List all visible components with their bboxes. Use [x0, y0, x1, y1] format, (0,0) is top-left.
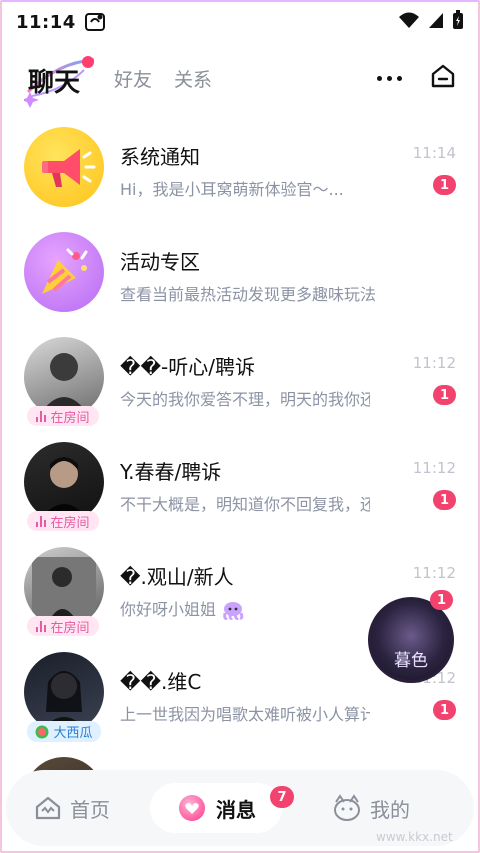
wifi-icon [398, 11, 420, 34]
list-item[interactable]: 系统通知 Hi，我是小耳窝萌新体验官～... 11:14 1 [0, 116, 480, 221]
conversation-preview: 你好呀小姐姐 [120, 596, 370, 621]
conversation-preview: 今天的我你爱答不理，明天的我你还来... [120, 390, 370, 409]
conversation-time: 11:12 [412, 564, 456, 582]
logo-text: 聊天 [28, 68, 81, 98]
home-room-icon[interactable] [430, 63, 456, 93]
cat-profile-icon [334, 794, 360, 821]
unread-badge: 1 [433, 490, 456, 510]
conversation-preview: 上一世我因为唱歌太难听被小人算计... [120, 705, 370, 724]
nav-messages-label: 消息 [216, 797, 256, 822]
user-avatar [24, 442, 104, 522]
unread-badge: 1 [433, 700, 456, 720]
nav-messages[interactable]: 消息 [150, 783, 282, 833]
nav-home[interactable]: 首页 [34, 794, 110, 823]
conversation-preview: Hi，我是小耳窝萌新体验官～... [120, 180, 344, 199]
conversation-title: ��-听心/聘诉 [120, 355, 255, 379]
watermelon-tag: 大西瓜 [27, 721, 101, 742]
tab-friends[interactable]: 好友 [114, 65, 152, 92]
nav-mine[interactable]: 我的 [332, 794, 410, 823]
unread-badge: 1 [433, 175, 456, 195]
conversation-preview: 不干大概是，明知道你不回复我，还... [120, 495, 370, 514]
signal-icon [428, 11, 444, 34]
list-item[interactable]: 在房间 ��-听心/聘诉 今天的我你爱答不理，明天的我你还来... 11:12 … [0, 326, 480, 431]
music-disc-badge: 1 [430, 590, 453, 610]
list-item[interactable]: 活动专区 查看当前最热活动发现更多趣味玩法 [0, 221, 480, 326]
user-avatar [24, 547, 104, 627]
conversation-title: Y.春春/聘诉 [120, 460, 222, 484]
conversation-title: 活动专区 [120, 250, 200, 274]
header: 聊天 好友 关系 [0, 50, 480, 108]
messages-unread-badge: 7 [270, 786, 294, 808]
messages-heart-icon [179, 795, 205, 821]
in-room-tag: 在房间 [27, 511, 99, 531]
in-room-tag: 在房间 [27, 616, 99, 636]
octopus-emoji-icon [223, 601, 244, 620]
in-room-tag: 在房间 [27, 406, 99, 426]
user-avatar [24, 652, 104, 732]
conversation-title: ��.维C [120, 670, 202, 694]
megaphone-icon [24, 127, 104, 207]
music-disc-text: 暮色 [394, 651, 428, 671]
chat-logo: 聊天 [24, 52, 104, 108]
conversation-time: 11:12 [412, 459, 456, 477]
unread-badge: 1 [433, 385, 456, 405]
watermelon-icon [35, 725, 49, 738]
conversation-title: 系统通知 [120, 145, 200, 169]
conversation-time: 11:12 [412, 354, 456, 372]
status-bar: 11:14 [0, 0, 480, 44]
nav-mine-label: 我的 [370, 797, 410, 822]
conversation-preview: 查看当前最热活动发现更多趣味玩法 [120, 285, 377, 304]
list-item[interactable]: 在房间 Y.春春/聘诉 不干大概是，明知道你不回复我，还... 11:12 1 [0, 431, 480, 536]
status-time: 11:14 [16, 11, 76, 33]
conversation-title: �.观山/新人 [120, 565, 234, 589]
live-bars-icon [36, 410, 47, 422]
live-bars-icon [36, 620, 47, 632]
battery-icon [452, 9, 464, 35]
more-options-icon[interactable] [377, 75, 402, 81]
notification-icon [84, 11, 106, 33]
tab-relations[interactable]: 关系 [174, 65, 212, 92]
watermark: www.kkx.net [376, 830, 453, 844]
user-avatar [24, 337, 104, 417]
party-popper-icon [24, 232, 104, 312]
conversation-time: 11:14 [412, 144, 456, 162]
live-bars-icon [36, 515, 47, 527]
home-icon [35, 796, 61, 820]
nav-home-label: 首页 [70, 797, 110, 822]
conversation-list: 系统通知 Hi，我是小耳窝萌新体验官～... 11:14 1 活动专区 查看当前… [0, 116, 480, 851]
